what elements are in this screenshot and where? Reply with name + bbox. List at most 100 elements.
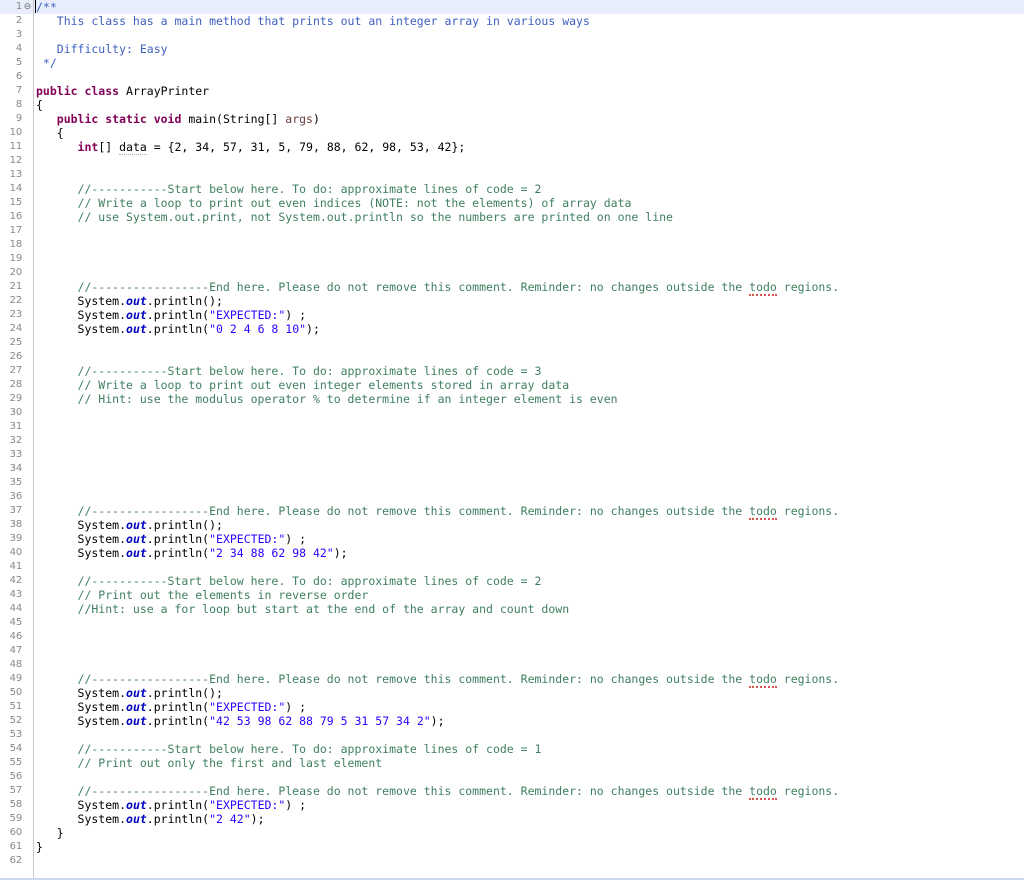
code-line[interactable]: System.out.println("EXPECTED:") ; (36, 700, 307, 714)
line-number: 1 (15, 1, 22, 12)
line-number: 7 (15, 85, 22, 96)
code-line[interactable]: //-----------Start below here. To do: ap… (36, 364, 542, 378)
code-line[interactable]: System.out.println(); (36, 686, 223, 700)
code-line[interactable] (36, 448, 43, 462)
code-line[interactable] (36, 28, 43, 42)
code-line[interactable] (36, 630, 43, 644)
code-line[interactable] (36, 854, 43, 868)
code-line[interactable]: public static void main(String[] args) (36, 112, 320, 126)
code-line[interactable] (36, 644, 43, 658)
line-number: 18 (9, 239, 23, 250)
line-number: 9 (15, 113, 22, 124)
code-line[interactable]: { (36, 126, 64, 140)
code-line[interactable]: //-----------Start below here. To do: ap… (36, 742, 542, 756)
code-token-plain: System. (36, 532, 127, 546)
code-line[interactable]: } (36, 826, 64, 840)
code-line[interactable]: // Write a loop to print out even intege… (36, 378, 570, 392)
code-line[interactable]: */ (36, 56, 57, 70)
line-number-gutter[interactable]: 1 2 3 4 5 6 7 8 9 10 11 12 13 14 15 16 17 18 19 20 21 22 23 24 2… (0, 0, 23, 878)
code-editor[interactable]: 1 2 3 4 5 6 7 8 9 10 11 12 13 14 15 16 17 18 19 20 21 22 23 24 2… (0, 0, 1024, 880)
code-line[interactable] (36, 420, 43, 434)
code-token-cmt: // Write a loop to print out even indice… (36, 196, 632, 210)
line-number: 8 (15, 99, 22, 110)
line-number: 25 (9, 337, 23, 348)
code-line[interactable]: //-----------------End here. Please do n… (36, 280, 839, 296)
code-line[interactable]: //-----------------End here. Please do n… (36, 784, 839, 800)
code-line[interactable]: System.out.println("0 2 4 6 8 10"); (36, 322, 320, 336)
code-line[interactable] (36, 252, 43, 266)
code-line[interactable]: { (36, 98, 43, 112)
code-line[interactable]: //-----------------End here. Please do n… (36, 672, 839, 688)
code-line[interactable]: System.out.println("EXPECTED:") ; (36, 308, 307, 322)
code-line[interactable] (36, 168, 43, 182)
code-token-plain: System. (36, 322, 127, 336)
code-line[interactable] (36, 462, 43, 476)
code-token-plain: ) ; (285, 308, 307, 322)
code-line[interactable]: int[] data = {2, 34, 57, 31, 5, 79, 88, … (36, 140, 465, 155)
code-line[interactable]: // Print out the elements in reverse ord… (36, 588, 369, 602)
text-caret (35, 0, 36, 13)
code-line[interactable]: System.out.println("2 42"); (36, 812, 265, 826)
line-number: 27 (9, 365, 23, 376)
code-token-plain: .println( (146, 798, 210, 812)
code-line[interactable] (36, 770, 43, 784)
code-token-fld: out (126, 532, 147, 546)
code-line[interactable] (36, 728, 43, 742)
code-line[interactable]: // Write a loop to print out even indice… (36, 196, 632, 210)
code-token-plain: System. (36, 812, 127, 826)
line-number: 33 (9, 449, 23, 460)
code-line[interactable]: //Hint: use a for loop but start at the … (36, 602, 570, 616)
code-line[interactable] (36, 434, 43, 448)
code-token-plain: .println( (146, 546, 210, 560)
code-line[interactable] (36, 616, 43, 630)
code-line[interactable] (36, 490, 43, 504)
code-token-spell: todo (749, 784, 777, 800)
code-line[interactable]: //-----------------End here. Please do n… (36, 504, 839, 520)
code-line[interactable]: System.out.println(); (36, 294, 223, 308)
code-token-plain: ); (430, 714, 445, 728)
code-line[interactable]: public class ArrayPrinter (36, 84, 209, 98)
code-token-str: "2 34 88 62 98 42" (209, 546, 334, 560)
code-line[interactable] (36, 238, 43, 252)
code-line[interactable]: /** (36, 0, 57, 14)
code-token-plain: ) ; (285, 700, 307, 714)
line-number: 21 (9, 281, 23, 292)
code-line[interactable] (36, 658, 43, 672)
line-number: 5 (15, 57, 22, 68)
code-token-plain: .println(); (146, 686, 223, 700)
code-token-fld: out (126, 308, 147, 322)
code-token-fld: out (126, 812, 147, 826)
code-line[interactable] (36, 560, 43, 574)
code-token-jdoc: /** (36, 0, 57, 14)
code-folding-column[interactable]: ⊖ (22, 0, 33, 878)
code-content-area[interactable]: /** This class has a main method that pr… (36, 0, 1024, 878)
line-number: 42 (9, 575, 23, 586)
code-token-plain: .println( (146, 308, 210, 322)
code-line[interactable]: // Print out only the first and last ele… (36, 756, 383, 770)
code-line[interactable] (36, 70, 43, 84)
code-line[interactable]: //-----------Start below here. To do: ap… (36, 182, 542, 196)
fold-toggle-icon[interactable]: ⊖ (23, 0, 32, 14)
code-line[interactable]: System.out.println("2 34 88 62 98 42"); (36, 546, 348, 560)
code-line[interactable] (36, 154, 43, 168)
code-line[interactable] (36, 476, 43, 490)
code-line[interactable] (36, 336, 43, 350)
code-line[interactable] (36, 266, 43, 280)
code-token-kw: int (77, 140, 99, 154)
code-line[interactable]: Difficulty: Easy (36, 42, 168, 56)
code-line[interactable]: This class has a main method that prints… (36, 14, 590, 28)
code-line[interactable] (36, 350, 43, 364)
code-line[interactable] (36, 224, 43, 238)
code-line[interactable]: // use System.out.print, not System.out.… (36, 210, 673, 224)
code-line[interactable]: } (36, 840, 43, 854)
code-line[interactable]: //-----------Start below here. To do: ap… (36, 574, 542, 588)
code-token-spell: todo (749, 280, 777, 296)
code-line[interactable]: System.out.println(); (36, 518, 223, 532)
code-line[interactable]: System.out.println("EXPECTED:") ; (36, 532, 307, 546)
code-line[interactable]: // Hint: use the modulus operator % to d… (36, 392, 618, 406)
code-line[interactable]: System.out.println("42 53 98 62 88 79 5 … (36, 714, 445, 728)
code-line[interactable]: System.out.println("EXPECTED:") ; (36, 798, 307, 812)
code-line[interactable] (36, 406, 43, 420)
line-number: 10 (9, 127, 23, 138)
code-token-plain: .println( (146, 322, 210, 336)
